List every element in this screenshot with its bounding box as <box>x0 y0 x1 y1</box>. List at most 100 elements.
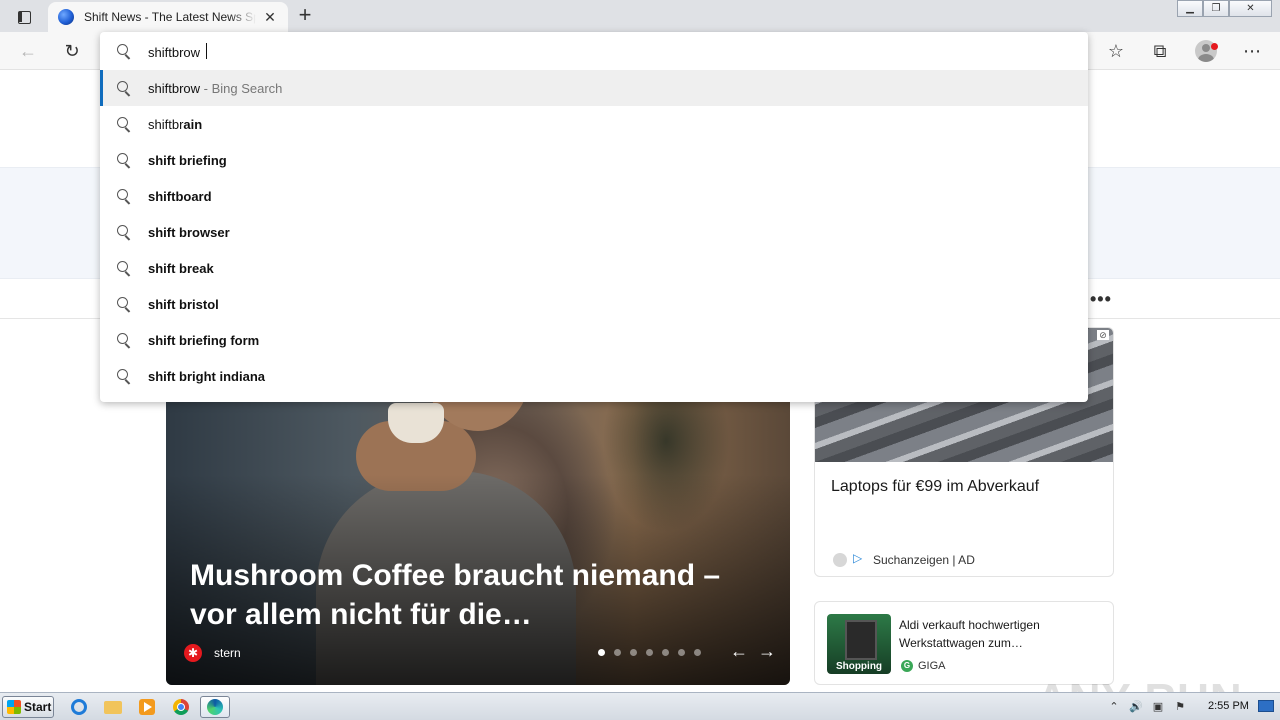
notification-dot-icon <box>1211 43 1218 50</box>
folder-icon <box>104 700 122 714</box>
suggestion-item[interactable]: shift bristol <box>100 286 1088 322</box>
tab-actions-button[interactable] <box>8 4 40 30</box>
tab-bar: Shift News - The Latest News Sports ✕ + … <box>0 0 1280 32</box>
hero-card[interactable]: Mushroom Coffee braucht niemand – vor al… <box>166 361 790 685</box>
suggestion-text: shift bristol <box>148 297 219 312</box>
tray-expand-icon[interactable]: ⌃ <box>1106 700 1122 714</box>
favorites-button[interactable]: ☆ <box>1102 39 1130 63</box>
carousel-dot[interactable] <box>678 649 685 656</box>
ad-play-icon: ▷ <box>853 551 863 565</box>
suggestion-completion: ain <box>183 116 203 132</box>
clock[interactable]: 2:55 PM <box>1208 700 1249 712</box>
suggestion-text: shift briefing form <box>148 333 259 348</box>
show-desktop-button[interactable] <box>1258 700 1274 712</box>
carousel-dot[interactable] <box>646 649 653 656</box>
address-input[interactable] <box>148 43 1048 61</box>
suggestion-item[interactable]: shiftbrain <box>100 106 1088 142</box>
browser-tab[interactable]: Shift News - The Latest News Sports ✕ <box>48 2 288 32</box>
reload-button[interactable]: ↻ <box>58 39 86 63</box>
edge-icon <box>207 699 223 715</box>
suggestion-text: shift bright indiana <box>148 369 265 384</box>
search-icon <box>117 297 131 311</box>
globe-favicon-icon <box>58 9 74 25</box>
suggestion-item[interactable]: shift briefing form <box>100 322 1088 358</box>
search-icon <box>117 189 131 203</box>
more-options-icon[interactable]: ••• <box>1090 289 1112 310</box>
shopping-badge: Shopping <box>835 661 883 672</box>
giga-logo-icon: G <box>901 660 913 672</box>
suggestion-item[interactable]: shiftbrow - Bing Search <box>100 70 1088 106</box>
search-icon <box>117 81 131 95</box>
taskbar-explorer[interactable] <box>100 696 126 718</box>
media-player-icon <box>139 699 155 715</box>
news-card-title[interactable]: Aldi verkauft hochwertigen Werkstattwage… <box>899 616 1099 652</box>
windows-logo-icon <box>7 700 21 714</box>
action-center-flag-icon[interactable]: ⚑ <box>1172 700 1188 714</box>
search-icon <box>117 44 131 58</box>
suggestion-typed: shiftbrow <box>148 80 201 96</box>
taskbar-edge[interactable] <box>200 696 230 718</box>
search-icon <box>117 261 131 275</box>
suggestion-completion: shift bristol <box>148 296 219 312</box>
search-icon <box>117 117 131 131</box>
back-button[interactable]: ← <box>14 39 42 63</box>
carousel-dot[interactable] <box>694 649 701 656</box>
suggestion-text: shift browser <box>148 225 230 240</box>
carousel-dot[interactable] <box>630 649 637 656</box>
carousel-dot[interactable] <box>662 649 669 656</box>
suggestion-typed: shiftbr <box>148 116 184 132</box>
search-icon <box>117 369 131 383</box>
collections-button[interactable]: ⧉ <box>1146 39 1174 63</box>
network-icon[interactable]: ▣ <box>1150 700 1166 714</box>
carousel-dots <box>598 649 710 656</box>
suggestion-text: shiftbrow - Bing Search <box>148 81 282 96</box>
suggestion-item[interactable]: shift browser <box>100 214 1088 250</box>
suggestion-item[interactable]: shiftboard <box>100 178 1088 214</box>
address-bar-dropdown: shiftbrow - Bing Search shiftbrain shift b… <box>100 32 1088 402</box>
carousel-dot[interactable] <box>598 649 605 656</box>
start-label: Start <box>24 700 52 714</box>
restore-button[interactable]: ❐ <box>1203 0 1229 17</box>
carousel-dot[interactable] <box>614 649 621 656</box>
new-tab-button[interactable]: + <box>294 4 316 28</box>
taskbar-ie[interactable] <box>66 696 92 718</box>
carousel-next-button[interactable]: → <box>758 641 776 662</box>
close-window-button[interactable]: ✕ <box>1229 0 1272 17</box>
suggestion-completion: shift bright indiana <box>148 368 265 384</box>
suggestion-item[interactable]: shift bright indiana <box>100 358 1088 394</box>
settings-menu-button[interactable]: ⋯ <box>1238 39 1266 63</box>
news-card-aldi[interactable]: Shopping Aldi verkauft hochwertigen Werk… <box>814 601 1114 685</box>
suggestion-completion: shift browser <box>148 224 230 240</box>
tab-close-icon[interactable]: ✕ <box>262 9 278 25</box>
hero-title[interactable]: Mushroom Coffee braucht niemand – vor al… <box>190 556 770 634</box>
suggestion-completion: shift briefing <box>148 152 227 168</box>
ad-choices-icon[interactable]: ⊘ <box>1097 330 1109 340</box>
text-caret <box>206 43 207 59</box>
suggestion-text: shiftbrain <box>148 117 202 132</box>
workbench-image: Shopping <box>827 614 891 674</box>
suggestion-item[interactable]: shift briefing <box>100 142 1088 178</box>
suggestion-text: shift break <box>148 261 214 276</box>
carousel-prev-button[interactable]: ← <box>730 641 748 662</box>
suggestion-item[interactable]: shift break <box>100 250 1088 286</box>
suggestion-text: shiftboard <box>148 189 212 204</box>
search-icon <box>117 333 131 347</box>
start-button[interactable]: Start <box>2 696 54 718</box>
address-bar[interactable] <box>100 32 1088 70</box>
profile-button[interactable] <box>1192 39 1220 63</box>
suggestion-completion: shiftboard <box>148 188 212 204</box>
suggestion-text: shift briefing <box>148 153 227 168</box>
suggestion-list: shiftbrow - Bing Search shiftbrain shift b… <box>100 70 1088 394</box>
minimize-button[interactable]: ▁ <box>1177 0 1203 17</box>
hero-shade <box>166 361 790 685</box>
suggestion-subtitle: - Bing Search <box>200 80 283 96</box>
search-icon <box>117 225 131 239</box>
ad-card-title[interactable]: Laptops für €99 im Abverkauf <box>831 478 1039 496</box>
internet-explorer-icon <box>71 699 87 715</box>
ad-card-source: Suchanzeigen | AD <box>873 553 975 567</box>
taskbar-media-player[interactable] <box>134 696 160 718</box>
advertiser-icon <box>833 553 847 567</box>
volume-icon[interactable]: 🔊 <box>1128 700 1144 714</box>
taskbar-chrome[interactable] <box>168 696 194 718</box>
suggestion-completion: shift briefing form <box>148 332 260 348</box>
